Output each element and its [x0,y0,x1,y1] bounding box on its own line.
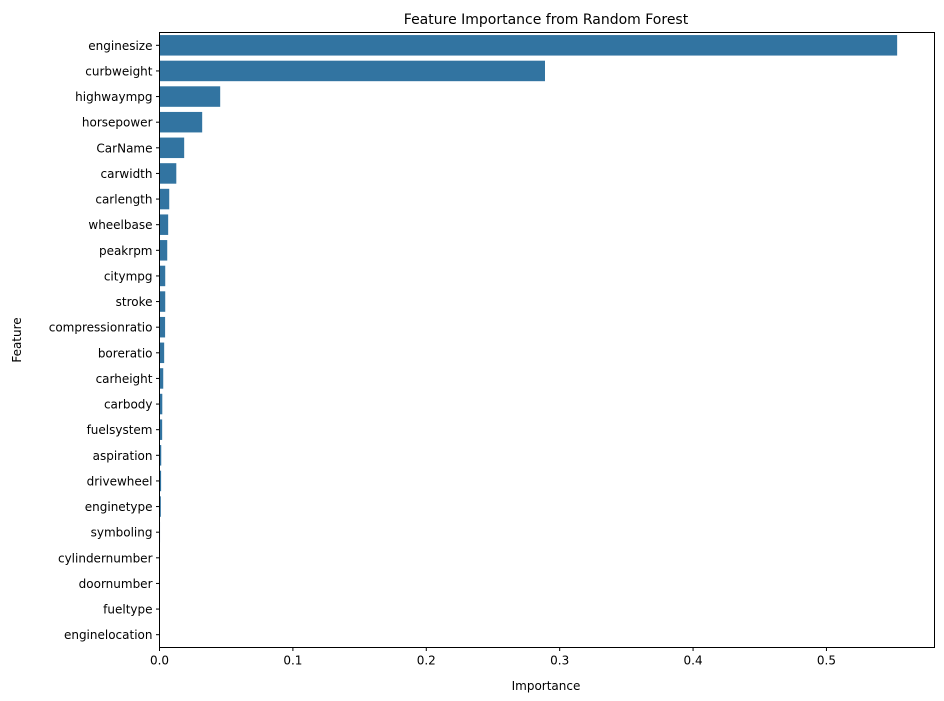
bar-compressionratio [159,316,166,338]
y-tick-label: curbweight [85,64,153,78]
y-tick-label: CarName [96,141,152,155]
y-tick-label: stroke [116,295,153,309]
x-tick-label: 0.0 [150,654,169,668]
bar-enginesize [159,35,898,56]
y-tick-label: carwidth [101,167,153,181]
y-tick-label: boreratio [98,346,153,360]
y-tick-label: compressionratio [49,321,153,335]
y-tick-label: carheight [96,372,153,386]
y-tick-label: fueltype [103,603,152,617]
y-tick-label: highwaympg [75,90,152,104]
bar-carwidth [159,163,177,184]
y-tick-label: doornumber [79,577,153,591]
bar-carheight [159,368,164,389]
y-tick-label: symboling [91,526,153,540]
y-tick-label: enginelocation [64,628,153,642]
y-tick-label: peakrpm [99,244,153,258]
y-tick-label: aspiration [93,449,153,463]
y-tick-label: fuelsystem [87,423,153,437]
bar-CarName [159,137,185,159]
bar-curbweight [159,60,545,82]
y-tick-label: enginesize [88,39,152,53]
y-tick-label: citympg [104,269,153,283]
feature-importance-chart: Feature Importance from Random Forest en… [0,0,944,701]
y-tick-label: cylindernumber [58,551,153,565]
bar-wheelbase [159,214,169,235]
y-tick-label: drivewheel [87,474,153,488]
y-tick-label: enginetype [85,500,153,514]
y-axis-label: Feature [10,317,24,362]
bar-boreratio [159,342,165,364]
bar-peakrpm [159,240,168,261]
x-tick-label: 0.5 [817,654,836,668]
bar-highwaympg [159,86,221,107]
x-axis-label: Importance [512,679,581,693]
bar-carlength [159,188,170,210]
y-tick-label: horsepower [82,116,153,130]
bar-citympg [159,265,166,287]
x-tick-label: 0.4 [684,654,703,668]
y-tick-label: carbody [104,398,153,412]
y-tick-label: carlength [95,193,152,207]
bar-horsepower [159,111,203,133]
x-tick-label: 0.2 [417,654,436,668]
x-tick-label: 0.3 [550,654,569,668]
chart-title: Feature Importance from Random Forest [404,12,689,28]
x-tick-label: 0.1 [283,654,302,668]
y-tick-label: wheelbase [88,218,152,232]
bar-stroke [159,291,166,312]
